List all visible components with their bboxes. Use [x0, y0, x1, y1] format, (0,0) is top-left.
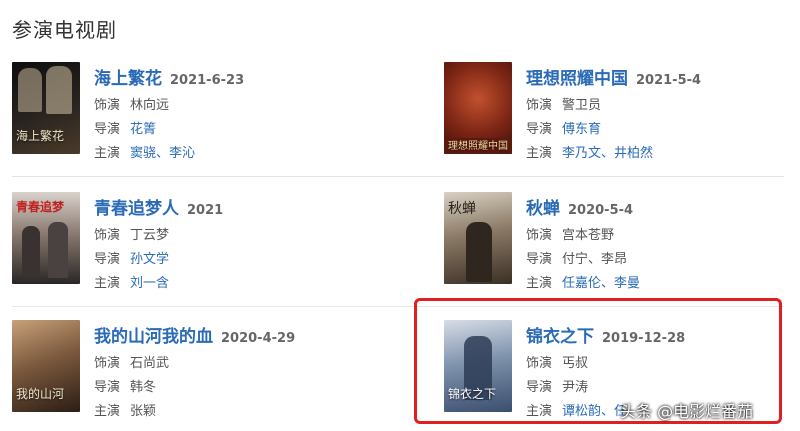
role-label: 饰演 [526, 98, 553, 113]
poster-image[interactable]: 海上繁花 [12, 62, 80, 154]
poster-image[interactable]: 秋蝉 [444, 192, 512, 284]
cast-link[interactable]: 任嘉伦 [562, 276, 601, 291]
poster-caption: 海上繁花 [16, 129, 65, 143]
director-label: 导演 [94, 380, 121, 395]
show-title-link[interactable]: 我的山河我的血 [94, 327, 213, 347]
cast-link[interactable]: 李曼 [614, 276, 640, 291]
director-label: 导演 [94, 252, 121, 267]
role-label: 饰演 [94, 228, 121, 243]
director-link[interactable]: 花箐 [130, 122, 156, 137]
cast-link[interactable]: 窦骁 [130, 146, 156, 161]
cast-label: 主演 [94, 276, 121, 291]
cast-link[interactable]: 李沁 [169, 146, 195, 161]
director-label: 导演 [526, 252, 553, 267]
director-label: 导演 [94, 122, 121, 137]
show-card[interactable]: 我的山河 我的山河我的血 2020-4-29 饰演 石尚武 导演 韩冬 主演 张颖 [12, 320, 372, 420]
show-card[interactable]: 秋蝉 秋蝉 2020-5-4 饰演 宫本苍野 导演 付宁、李昂 主演 任嘉伦、李曼 [444, 192, 800, 292]
role-value: 警卫员 [562, 98, 602, 113]
poster-image[interactable]: 青春追梦 [12, 192, 80, 284]
cast-link[interactable]: 刘一含 [130, 276, 169, 291]
poster-caption: 理想照耀中国 [448, 141, 508, 152]
show-card[interactable]: 青春追梦 青春追梦人 2021 饰演 丁云梦 导演 孙文学 主演 刘一含 [12, 192, 372, 292]
cast-label: 主演 [94, 146, 121, 161]
director-label: 导演 [526, 122, 553, 137]
show-title-link[interactable]: 青春追梦人 [94, 199, 179, 219]
show-date: 2021-6-23 [170, 73, 245, 88]
show-card[interactable]: 海上繁花 海上繁花 2021-6-23 饰演 林向远 导演 花箐 主演 窦骁、李沁 [12, 62, 372, 162]
cast-value: 张颖 [130, 404, 157, 419]
role-label: 饰演 [94, 98, 121, 113]
director-link[interactable]: 傅东育 [562, 122, 601, 137]
cast-label: 主演 [526, 146, 553, 161]
show-title-link[interactable]: 海上繁花 [94, 69, 162, 89]
role-value: 石尚武 [130, 356, 170, 371]
watermark-text: 头条 @电影烂番茄 [620, 402, 754, 421]
cast-label: 主演 [526, 276, 553, 291]
show-title-link[interactable]: 理想照耀中国 [526, 69, 628, 89]
poster-image[interactable]: 理想照耀中国 [444, 62, 512, 154]
show-date: 2020-5-4 [568, 203, 634, 218]
poster-caption: 我的山河 [16, 387, 65, 401]
poster-caption: 青春追梦 [16, 200, 65, 214]
role-value: 林向远 [130, 98, 170, 113]
director-link[interactable]: 孙文学 [130, 252, 169, 267]
role-label: 饰演 [526, 228, 553, 243]
cast-link[interactable]: 井柏然 [614, 146, 653, 161]
show-card[interactable]: 理想照耀中国 理想照耀中国 2021-5-4 饰演 警卫员 导演 傅东育 主演 李乃文、… [444, 62, 800, 162]
show-date: 2021-5-4 [636, 73, 702, 88]
cast-link[interactable]: 李乃文 [562, 146, 601, 161]
director-value: 付宁、李昂 [562, 252, 628, 267]
show-date: 2021 [187, 203, 224, 218]
show-date: 2020-4-29 [221, 331, 296, 346]
role-value: 宫本苍野 [562, 228, 615, 243]
role-label: 饰演 [94, 356, 121, 371]
poster-caption: 秋蝉 [448, 201, 476, 217]
show-title-link[interactable]: 秋蝉 [526, 199, 560, 219]
cast-label: 主演 [94, 404, 121, 419]
poster-image[interactable]: 我的山河 [12, 320, 80, 412]
director-value: 韩冬 [130, 380, 157, 395]
row-divider [12, 176, 784, 177]
role-value: 丁云梦 [130, 228, 170, 243]
section-title: 参演电视剧 [12, 18, 117, 42]
